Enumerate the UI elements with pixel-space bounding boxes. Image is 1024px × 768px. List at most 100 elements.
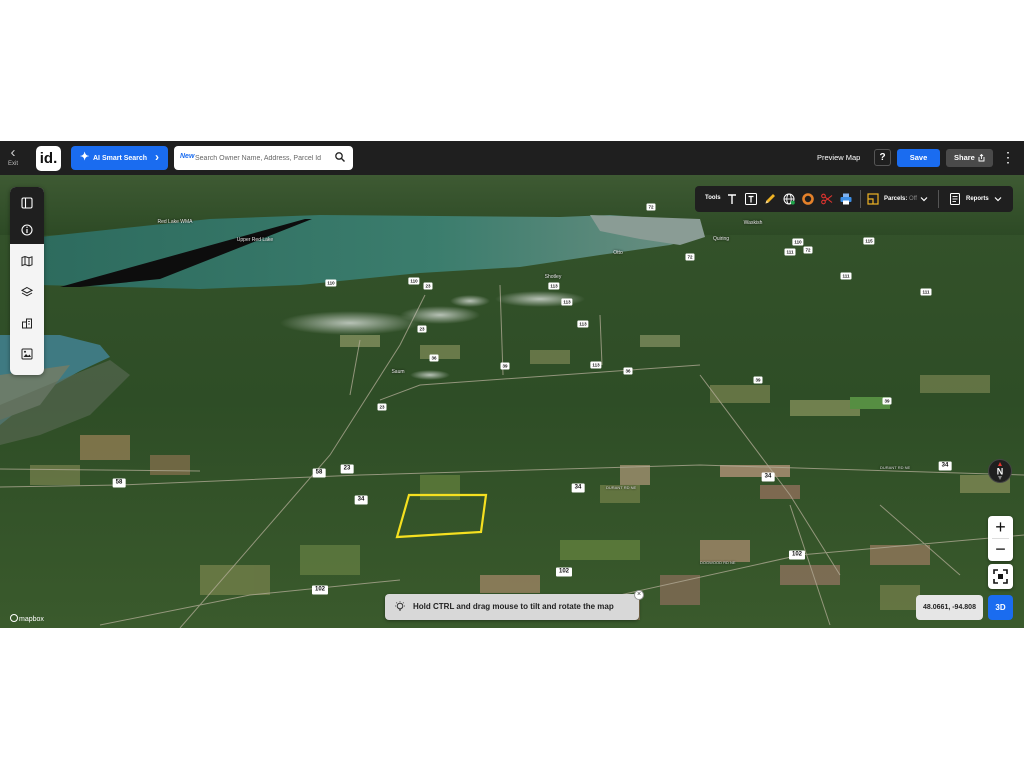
toolbar-divider	[860, 190, 861, 208]
fit-bounds-button[interactable]	[988, 564, 1013, 589]
layers-icon	[21, 286, 33, 297]
route-shield: 34	[938, 461, 952, 471]
share-button[interactable]: Share	[946, 149, 993, 167]
place-label: Shotley	[544, 274, 562, 280]
search-input[interactable]	[195, 151, 330, 165]
route-shield: 111	[784, 248, 796, 256]
route-shield: 113	[561, 298, 573, 306]
route-shield: 113	[577, 320, 589, 328]
parcels-state: Off	[909, 196, 917, 202]
parcels-icon[interactable]	[866, 192, 880, 206]
zoom-out-button[interactable]: −	[988, 539, 1013, 561]
reports-icon[interactable]	[948, 192, 962, 206]
more-options-icon[interactable]: ⋮	[1001, 150, 1015, 164]
logo[interactable]: id.	[36, 146, 61, 171]
place-label: Upper Red Lake	[236, 237, 274, 243]
parcels-toggle[interactable]: Parcels: Off	[884, 196, 917, 202]
panel-toggle-button[interactable]	[17, 193, 37, 213]
route-shield: 34	[354, 495, 368, 505]
reports-menu[interactable]: Reports	[966, 196, 989, 202]
route-shield: 36	[623, 367, 633, 375]
info-button[interactable]	[17, 220, 37, 240]
chevron-left-icon: ‹	[10, 144, 16, 161]
zoom-in-button[interactable]: +	[988, 516, 1013, 538]
hint-text: Hold CTRL and drag mouse to tilt and rot…	[413, 602, 614, 611]
compass-button[interactable]: N	[988, 459, 1012, 483]
route-shield: 72	[803, 246, 813, 254]
toolbar-divider	[938, 190, 939, 208]
help-button[interactable]: ?	[874, 149, 891, 166]
close-icon[interactable]: ×	[634, 590, 644, 600]
share-label: Share	[954, 153, 975, 162]
buildings-button[interactable]	[17, 313, 37, 333]
route-shield: 23	[423, 282, 433, 290]
mapbox-attribution[interactable]: mapbox	[10, 614, 44, 623]
chevron-down-icon[interactable]	[919, 192, 929, 206]
place-label: Otto	[613, 250, 623, 256]
route-shield: 39	[882, 397, 892, 405]
route-shield: 58	[112, 478, 126, 488]
parcels-label: Parcels:	[884, 196, 908, 202]
toggle-3d-button[interactable]: 3D	[988, 595, 1013, 620]
buildings-icon	[22, 318, 32, 329]
compass-icon: N	[997, 462, 1003, 480]
route-shield: 58	[312, 468, 326, 478]
search-bar: New	[174, 146, 353, 170]
route-shield: 72	[685, 253, 695, 261]
map-view-button[interactable]	[17, 251, 37, 271]
map-canvas[interactable]: Upper Red Lake Waskish Shotley Saum Otto…	[0, 175, 1024, 628]
image-icon	[21, 348, 33, 360]
ai-smart-search-label: AI Smart Search	[93, 155, 148, 162]
chevron-down-icon[interactable]	[993, 192, 1003, 206]
circle-icon[interactable]	[801, 192, 815, 206]
route-shield: 39	[500, 362, 510, 370]
route-shield: 23	[340, 464, 354, 474]
route-shield: 23	[377, 403, 387, 411]
route-shield: 102	[788, 550, 806, 560]
globe-icon[interactable]	[782, 192, 796, 206]
route-shield: 102	[555, 567, 573, 577]
route-shield: 102	[311, 585, 329, 595]
focus-frame-icon	[993, 569, 1008, 584]
tilt-hint-toast: Hold CTRL and drag mouse to tilt and rot…	[385, 590, 644, 620]
route-shield: 34	[571, 483, 585, 493]
route-shield: 23	[417, 325, 427, 333]
route-shield: 113	[548, 282, 560, 290]
side-toolbar	[10, 187, 44, 375]
print-icon[interactable]	[839, 192, 853, 206]
route-shield: 110	[792, 238, 804, 246]
app-window: ‹ Exit id. ✦ AI Smart Search › New Previ…	[0, 141, 1024, 628]
imagery-button[interactable]	[17, 344, 37, 364]
exit-button[interactable]: ‹ Exit	[4, 144, 22, 167]
route-shield: 110	[408, 277, 420, 285]
info-icon	[21, 224, 33, 236]
mapbox-label: mapbox	[19, 616, 44, 623]
mapbox-logo-icon	[10, 614, 18, 622]
road-name-label: DOGWOOD RD NE	[700, 560, 736, 565]
panel-icon	[21, 197, 33, 209]
route-shield: 115	[863, 237, 875, 245]
zoom-control: + −	[988, 516, 1013, 561]
preview-map-link[interactable]: Preview Map	[817, 153, 860, 162]
layers-button[interactable]	[17, 282, 37, 302]
save-button[interactable]: Save	[897, 149, 940, 167]
map-icon	[21, 255, 33, 267]
share-icon	[978, 154, 985, 162]
route-shield: 111	[840, 272, 852, 280]
pencil-icon[interactable]	[763, 192, 777, 206]
route-shield: 39	[753, 376, 763, 384]
tools-label: Tools	[705, 195, 721, 201]
route-shield: 113	[590, 361, 602, 369]
place-label: Waskish	[743, 220, 763, 226]
ai-smart-search-button[interactable]: ✦ AI Smart Search ›	[71, 146, 168, 170]
search-icon[interactable]	[334, 151, 346, 163]
route-shield: 72	[646, 203, 656, 211]
scissors-icon[interactable]	[820, 192, 834, 206]
chevron-right-icon: ›	[155, 150, 159, 164]
text-icon[interactable]	[725, 192, 739, 206]
text-box-icon[interactable]	[744, 192, 758, 206]
place-label: Red Lake WMA	[157, 219, 193, 225]
road-name-label: DURANT RD NE	[880, 465, 911, 470]
new-badge: New	[180, 153, 195, 160]
sparkle-icon: ✦	[80, 151, 90, 163]
